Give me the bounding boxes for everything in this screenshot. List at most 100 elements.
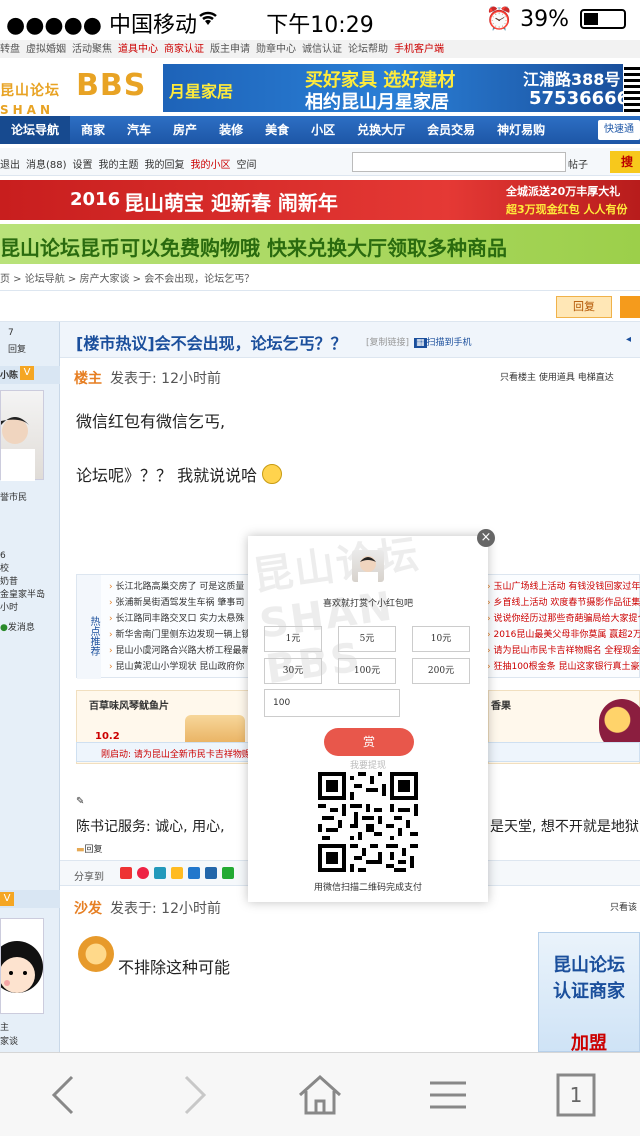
qr-icon: ▦ xyxy=(414,338,427,348)
breadcrumb-item-1[interactable]: 论坛导航 xyxy=(25,274,65,285)
share-wechat-icon[interactable] xyxy=(222,867,234,879)
wechat-qr-code xyxy=(318,772,418,872)
breadcrumb-item-2[interactable]: 房产大家谈 xyxy=(80,274,130,285)
ad-phone: 57536666 xyxy=(529,88,630,109)
amount-option[interactable]: 5元 xyxy=(338,626,396,652)
nav-item-5[interactable]: 美食 xyxy=(254,116,300,144)
avatar[interactable] xyxy=(0,390,44,481)
user-links: 退出 消息(88) 设置 我的主题 我的回复 我的小区 空间 xyxy=(0,156,263,171)
hot-link[interactable]: 说说你经历过那些奇葩骗局给大家提个 xyxy=(487,611,640,627)
top-link-9[interactable]: 手机客户端 xyxy=(394,44,444,55)
share-pengyou-icon[interactable] xyxy=(171,867,183,879)
thread-title-bar: [楼市热议]会不会出现，论坛乞丐？？ [复制链接] ▦ 扫描到手机 ◂ xyxy=(60,322,640,358)
post-tools[interactable]: 只看楼主 使用道具 电梯直达 xyxy=(500,370,614,383)
logo-bbs: BBS xyxy=(76,68,147,103)
breadcrumb-item-0[interactable]: 页 xyxy=(0,274,10,285)
top-link-3[interactable]: 道具中心 xyxy=(118,44,158,55)
share-douban-icon[interactable] xyxy=(188,867,200,879)
nav-item-7[interactable]: 兑换大厅 xyxy=(346,116,416,144)
top-link-6[interactable]: 勋章中心 xyxy=(256,44,296,55)
nav-item-6[interactable]: 小区 xyxy=(300,116,346,144)
close-icon[interactable]: × xyxy=(477,529,495,547)
ad2-right2: 超3万现金红包 人人有份 xyxy=(506,203,628,216)
quick-link-button[interactable]: 快速通 xyxy=(598,120,640,140)
amount-option[interactable]: 1元 xyxy=(264,626,322,652)
ad-banner-baby[interactable]: 2016 昆山萌宝 迎新春 闹新年 全城派送20万丰厚大礼 超3万现金红包 人人… xyxy=(0,180,640,220)
ad-banner-coins[interactable]: 昆山论坛昆币可以免费购物哦 快来兑换大厅领取多种商品 xyxy=(0,224,640,264)
header-banner: 昆山论坛 BBS SHAN 月星家居 买好家具 选好建材 相约昆山月星家居 江浦… xyxy=(0,58,640,117)
top-link-2[interactable]: 活动聚焦 xyxy=(72,44,112,55)
nav-item-8[interactable]: 会员交易 xyxy=(416,116,486,144)
top-link-4[interactable]: 商家认证 xyxy=(164,44,204,55)
author-stat-4: 小时 xyxy=(0,603,19,613)
share-renren-icon[interactable] xyxy=(205,867,217,879)
top-link-8[interactable]: 论坛帮助 xyxy=(348,44,388,55)
reply-button[interactable]: 回复 xyxy=(556,296,612,318)
post-tools-2[interactable]: 只看该 xyxy=(610,900,637,913)
send-message-link[interactable]: ●发消息 xyxy=(0,620,35,633)
menu-icon[interactable] xyxy=(420,1067,476,1123)
search-input[interactable] xyxy=(352,152,566,172)
logo-en: SHAN xyxy=(0,103,55,117)
tabs-button[interactable]: 1 xyxy=(548,1067,604,1123)
reward-button[interactable]: 赏 xyxy=(324,728,414,756)
top-link-7[interactable]: 诚信认证 xyxy=(302,44,342,55)
amount-option[interactable]: 100元 xyxy=(338,658,396,684)
breadcrumb-sep: > xyxy=(64,274,80,285)
nav-item-9[interactable]: 神灯易购 xyxy=(486,116,556,144)
search-button[interactable]: 搜 xyxy=(610,151,640,173)
top-link-1[interactable]: 虚拟婚姻 xyxy=(26,44,66,55)
user-link-6[interactable]: 空间 xyxy=(237,160,257,171)
user-link-1[interactable]: 消息(88) xyxy=(26,160,67,171)
user-link-5[interactable]: 我的小区 xyxy=(191,160,231,171)
top-link-0[interactable]: 转盘 xyxy=(0,44,20,55)
ad3-text: 昆山论坛昆币可以免费购物哦 快来兑换大厅领取多种商品 xyxy=(0,236,507,260)
amount-option[interactable]: 30元 xyxy=(264,658,322,684)
author-name[interactable]: 小陈 xyxy=(0,368,18,381)
hot-link[interactable]: 请为昆山市民卡吉祥物赐名 全程现金奖 xyxy=(487,643,640,659)
author-stat-2: 奶昔 xyxy=(0,577,19,587)
custom-amount-input[interactable]: 100 xyxy=(264,689,400,717)
browser-toolbar: 1 xyxy=(0,1052,640,1136)
author-sidebar: 7 回复 小陈 V 誉市民 6 校奶昔 金皇家半岛 小时 ●发消息 V 主 家谈 xyxy=(0,322,60,1052)
site-logo[interactable]: 昆山论坛 BBS SHAN xyxy=(0,68,146,117)
hot-link[interactable]: 2016昆山最美父母非你莫属 赢超2万现 xyxy=(487,627,640,643)
amount-option[interactable]: 200元 xyxy=(412,658,470,684)
share-label: 分享到 xyxy=(74,872,104,883)
top-link-5[interactable]: 版主申请 xyxy=(210,44,250,55)
user-link-4[interactable]: 我的回复 xyxy=(145,160,185,171)
avatar-2[interactable] xyxy=(0,918,44,1014)
ad-banner-furniture[interactable]: 月星家居 买好家具 选好建材 相约昆山月星家居 江浦路388号 57536666 xyxy=(163,64,629,113)
home-icon[interactable] xyxy=(292,1067,348,1123)
nav-item-0[interactable]: 论坛导航 xyxy=(0,116,71,144)
share-tencent-icon[interactable] xyxy=(154,867,166,879)
user-link-2[interactable]: 设置 xyxy=(73,160,93,171)
post-time-2: 发表于: 12小时前 xyxy=(110,901,221,917)
forward-icon[interactable] xyxy=(164,1067,220,1123)
amount-option[interactable]: 10元 xyxy=(412,626,470,652)
hot-link[interactable]: 玉山广场线上活动 有钱没钱回家过年 xyxy=(487,579,640,595)
nav-item-4[interactable]: 装修 xyxy=(208,116,254,144)
nav-item-3[interactable]: 房产 xyxy=(162,116,208,144)
hot-link[interactable]: 狂抽100根金条 昆山这家银行真土豪 xyxy=(487,659,640,675)
hot-link[interactable]: 乡首线上活动 欢度春节摄影作品征集中 xyxy=(487,595,640,611)
prev-arrow-icon[interactable]: ◂ xyxy=(626,334,631,345)
reply-small-link[interactable]: ▬回复 xyxy=(76,842,103,855)
nav-item-2[interactable]: 汽车 xyxy=(116,116,162,144)
share-qzone-icon[interactable] xyxy=(120,867,132,879)
post2-body: 不排除这种可能 xyxy=(118,958,231,977)
withdraw-link[interactable]: 我要提现 xyxy=(248,758,488,771)
ad-certified-merchant[interactable]: 昆山论坛 认证商家 加盟 xyxy=(538,932,640,1054)
copy-link[interactable]: [复制链接] xyxy=(366,335,409,348)
ad4-line1: 昆山论坛 xyxy=(553,955,625,976)
back-icon[interactable] xyxy=(38,1067,94,1123)
search-type-select[interactable]: 帖子 xyxy=(568,156,588,171)
user-link-3[interactable]: 我的主题 xyxy=(99,160,139,171)
scan-to-phone-link[interactable]: ▦ 扫描到手机 xyxy=(414,335,472,348)
battery-percent: 39% xyxy=(520,7,569,32)
thread-count: 7 xyxy=(8,328,14,338)
new-post-button[interactable] xyxy=(620,296,640,318)
nav-item-1[interactable]: 商家 xyxy=(70,116,116,144)
user-link-0[interactable]: 退出 xyxy=(0,160,20,171)
share-weibo-icon[interactable] xyxy=(137,867,149,879)
